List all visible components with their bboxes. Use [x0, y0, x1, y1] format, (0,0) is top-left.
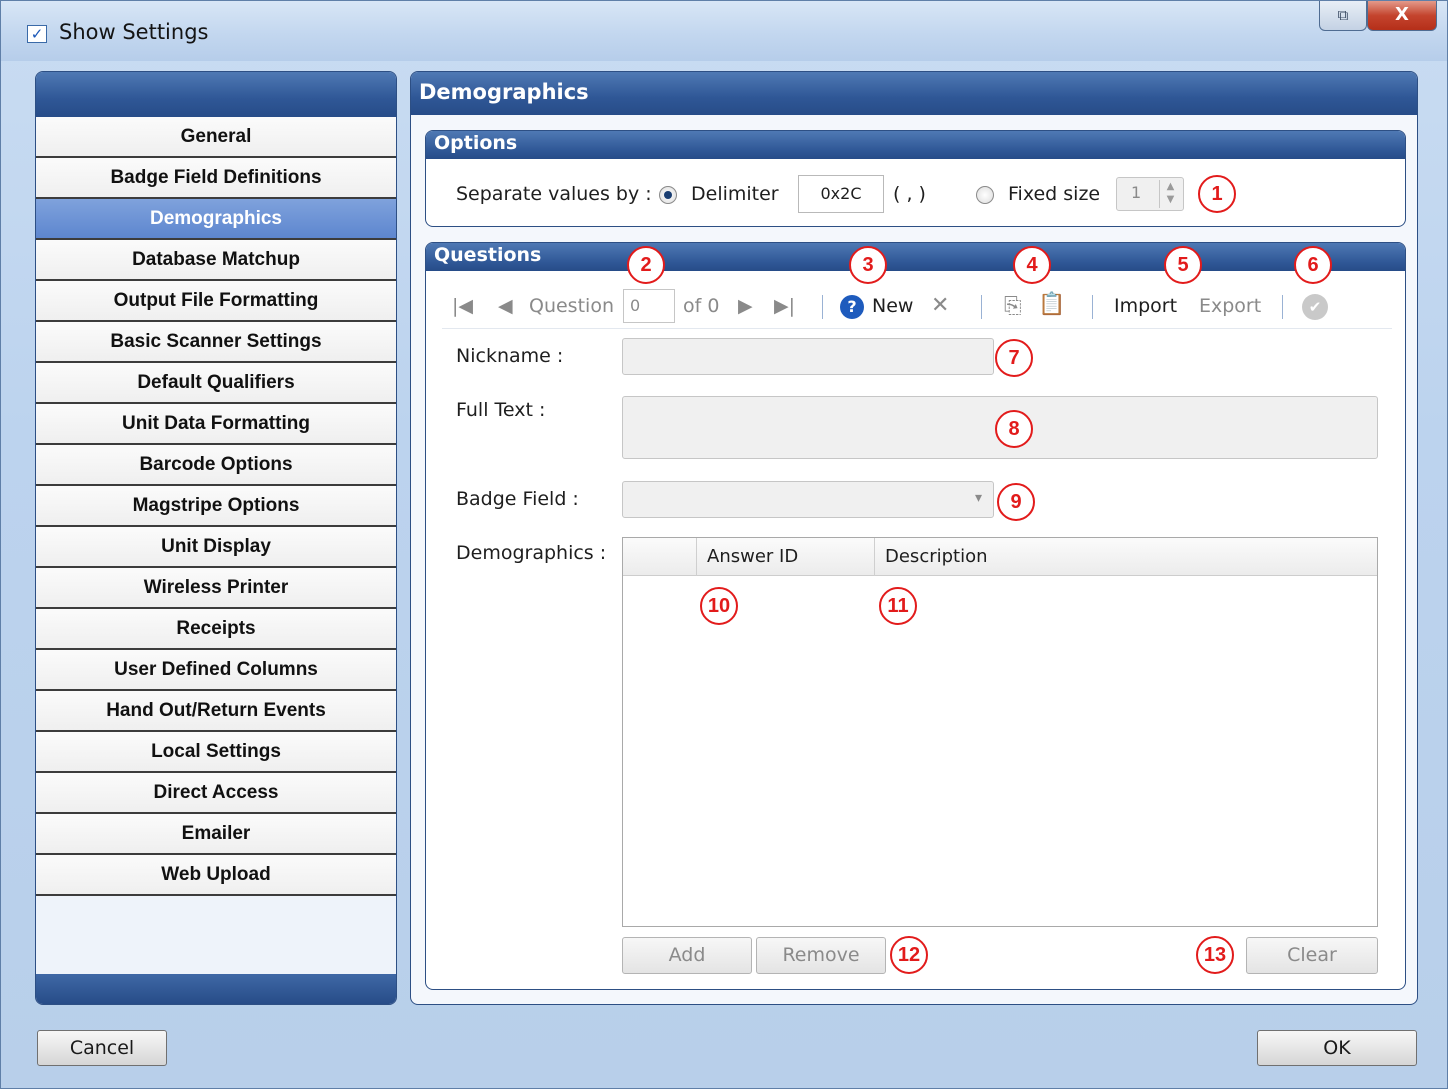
help-circle-icon[interactable]: ?	[840, 295, 864, 319]
nav-item-output-file-formatting[interactable]: Output File Formatting	[36, 281, 396, 322]
nav-footer	[36, 974, 396, 1004]
badge-field-label: Badge Field :	[456, 488, 579, 510]
questions-group: Questions |◀ ◀ Question 0 of 0 ▶ ▶| ? Ne…	[425, 242, 1406, 990]
demographics-panel: Demographics Options Separate values by …	[410, 71, 1418, 1005]
fixed-size-value: 1	[1131, 183, 1142, 202]
fixed-size-label: Fixed size	[1008, 183, 1101, 205]
callout-marker: 3	[849, 246, 887, 284]
grid-column-description[interactable]: Description	[875, 538, 1377, 576]
import-button[interactable]: Import	[1114, 295, 1177, 317]
last-record-icon[interactable]: ▶|	[774, 295, 795, 317]
paste-icon[interactable]: 📋	[1038, 292, 1065, 317]
nav-item-receipts[interactable]: Receipts	[36, 609, 396, 650]
callout-marker: 9	[997, 483, 1035, 521]
settings-window: ✓ Show Settings ⧉ X General Badge Field …	[0, 0, 1448, 1089]
nav-item-default-qualifiers[interactable]: Default Qualifiers	[36, 363, 396, 404]
question-total-label: of 0	[683, 295, 720, 317]
nav-item-unit-data-formatting[interactable]: Unit Data Formatting	[36, 404, 396, 445]
callout-marker: 10	[700, 587, 738, 625]
nav-item-database-matchup[interactable]: Database Matchup	[36, 240, 396, 281]
nav-item-local-settings[interactable]: Local Settings	[36, 732, 396, 773]
toolbar-separator	[822, 295, 823, 319]
callout-marker: 11	[879, 587, 917, 625]
toolbar-divider	[442, 328, 1392, 329]
settings-nav: General Badge Field Definitions Demograp…	[35, 71, 397, 1005]
restore-button[interactable]: ⧉	[1319, 1, 1367, 31]
first-record-icon[interactable]: |◀	[452, 295, 473, 317]
nav-header	[36, 72, 396, 117]
callout-marker: 1	[1198, 175, 1236, 213]
nickname-input[interactable]	[622, 338, 994, 375]
nav-item-demographics[interactable]: Demographics	[36, 199, 396, 240]
delimiter-hint: ( , )	[893, 183, 926, 205]
callout-marker: 8	[995, 410, 1033, 448]
toolbar-separator	[1282, 295, 1283, 319]
callout-marker: 13	[1196, 936, 1234, 974]
badge-field-select[interactable]: ▾	[622, 481, 994, 518]
panel-title: Demographics	[411, 72, 1417, 115]
ok-button[interactable]: OK	[1257, 1030, 1417, 1066]
callout-marker: 5	[1164, 246, 1202, 284]
fixed-size-radio[interactable]	[976, 186, 994, 204]
grid-column-answer-id[interactable]: Answer ID	[697, 538, 875, 576]
nav-item-direct-access[interactable]: Direct Access	[36, 773, 396, 814]
toolbar-separator	[981, 295, 982, 319]
grid-selector-column	[623, 538, 697, 576]
callout-marker: 12	[890, 936, 928, 974]
nav-item-user-defined-columns[interactable]: User Defined Columns	[36, 650, 396, 691]
callout-marker: 6	[1294, 246, 1332, 284]
nav-item-basic-scanner-settings[interactable]: Basic Scanner Settings	[36, 322, 396, 363]
callout-marker: 7	[995, 339, 1033, 377]
nav-item-emailer[interactable]: Emailer	[36, 814, 396, 855]
nickname-label: Nickname :	[456, 345, 564, 367]
export-button[interactable]: Export	[1199, 295, 1261, 317]
question-label: Question	[529, 295, 614, 317]
callout-marker: 4	[1013, 246, 1051, 284]
nav-item-badge-field-definitions[interactable]: Badge Field Definitions	[36, 158, 396, 199]
clear-answers-button[interactable]: Clear	[1246, 937, 1378, 974]
grid-header-row: Answer ID Description	[623, 538, 1377, 576]
previous-record-icon[interactable]: ◀	[498, 295, 513, 317]
next-record-icon[interactable]: ▶	[738, 295, 753, 317]
delimiter-radio[interactable]	[659, 186, 677, 204]
remove-answer-button[interactable]: Remove	[756, 937, 886, 974]
dropdown-arrow-icon: ▾	[975, 490, 983, 506]
cancel-button[interactable]: Cancel	[37, 1030, 167, 1066]
callout-marker: 2	[627, 246, 665, 284]
apply-check-icon[interactable]: ✔	[1302, 294, 1328, 320]
nav-item-magstripe-options[interactable]: Magstripe Options	[36, 486, 396, 527]
nav-item-unit-display[interactable]: Unit Display	[36, 527, 396, 568]
close-button[interactable]: X	[1367, 1, 1437, 31]
nav-item-wireless-printer[interactable]: Wireless Printer	[36, 568, 396, 609]
settings-check-icon: ✓	[27, 25, 47, 43]
question-number-input[interactable]: 0	[623, 289, 675, 323]
full-text-label: Full Text :	[456, 399, 546, 421]
toolbar-separator	[1092, 295, 1093, 319]
window-title: Show Settings	[59, 20, 209, 44]
title-bar[interactable]: ✓ Show Settings ⧉ X	[1, 1, 1447, 61]
demographics-label: Demographics :	[456, 542, 607, 564]
nav-item-barcode-options[interactable]: Barcode Options	[36, 445, 396, 486]
options-group: Options Separate values by : Delimiter 0…	[425, 130, 1406, 227]
delete-icon[interactable]: ✕	[931, 293, 949, 318]
delimiter-label: Delimiter	[691, 183, 779, 205]
nav-item-hand-out-return-events[interactable]: Hand Out/Return Events	[36, 691, 396, 732]
separate-values-label: Separate values by :	[456, 183, 652, 205]
nav-item-general[interactable]: General	[36, 117, 396, 158]
options-group-title: Options	[426, 131, 1405, 159]
copy-icon[interactable]: ⎘	[1004, 294, 1022, 319]
add-answer-button[interactable]: Add	[622, 937, 752, 974]
new-question-button[interactable]: New	[872, 295, 913, 317]
fixed-size-stepper[interactable]: 1 ▲ ▼	[1116, 177, 1184, 211]
delimiter-input[interactable]: 0x2C	[798, 175, 884, 213]
nav-item-web-upload[interactable]: Web Upload	[36, 855, 396, 896]
spinner-arrows-icon[interactable]: ▲ ▼	[1159, 180, 1181, 208]
questions-group-title: Questions	[426, 243, 1405, 271]
